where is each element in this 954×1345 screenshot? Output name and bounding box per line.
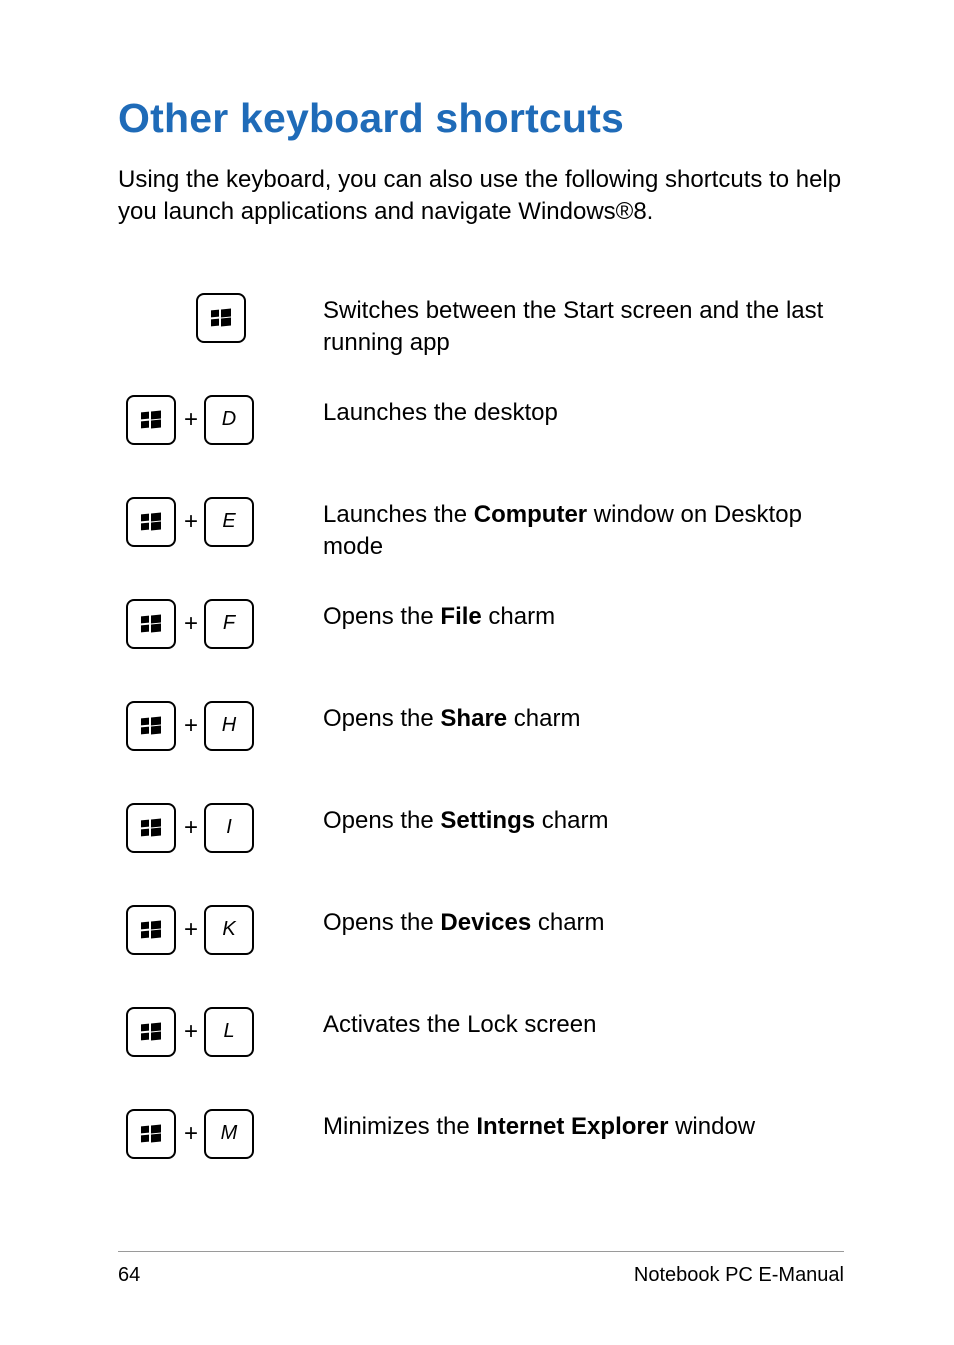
plus-icon: + bbox=[184, 610, 198, 638]
shortcut-row: + D Launches the desktop bbox=[118, 393, 844, 495]
windows-key-icon bbox=[126, 1007, 176, 1057]
shortcuts-list: Switches between the Start screen and th… bbox=[118, 291, 844, 1209]
plus-icon: + bbox=[184, 508, 198, 536]
shortcut-keys: + L bbox=[118, 1005, 323, 1057]
shortcut-keys: + I bbox=[118, 801, 323, 853]
windows-key-icon bbox=[126, 803, 176, 853]
windows-key-icon bbox=[126, 701, 176, 751]
letter-key: H bbox=[204, 701, 254, 751]
shortcut-row: + F Opens the File charm bbox=[118, 597, 844, 699]
letter-key: F bbox=[204, 599, 254, 649]
shortcut-keys: + F bbox=[118, 597, 323, 649]
shortcut-keys: + K bbox=[118, 903, 323, 955]
shortcut-keys bbox=[118, 291, 323, 343]
shortcut-row: + M Minimizes the Internet Explorer wind… bbox=[118, 1107, 844, 1209]
footer-label: Notebook PC E-Manual bbox=[634, 1264, 844, 1287]
shortcut-row: + I Opens the Settings charm bbox=[118, 801, 844, 903]
page-title: Other keyboard shortcuts bbox=[118, 95, 844, 142]
page-number: 64 bbox=[118, 1264, 140, 1287]
shortcut-row: Switches between the Start screen and th… bbox=[118, 291, 844, 393]
shortcut-desc: Opens the Devices charm bbox=[323, 903, 605, 939]
windows-key-icon bbox=[196, 293, 246, 343]
shortcut-keys: + M bbox=[118, 1107, 323, 1159]
letter-key: L bbox=[204, 1007, 254, 1057]
shortcut-row: + L Activates the Lock screen bbox=[118, 1005, 844, 1107]
letter-key: E bbox=[204, 497, 254, 547]
shortcut-desc: Minimizes the Internet Explorer window bbox=[323, 1107, 755, 1143]
plus-icon: + bbox=[184, 1018, 198, 1046]
letter-key: M bbox=[204, 1109, 254, 1159]
letter-key: D bbox=[204, 395, 254, 445]
shortcut-desc: Launches the Computer window on Desktop … bbox=[323, 495, 844, 564]
shortcut-row: + K Opens the Devices charm bbox=[118, 903, 844, 1005]
plus-icon: + bbox=[184, 916, 198, 944]
plus-icon: + bbox=[184, 814, 198, 842]
shortcut-desc: Launches the desktop bbox=[323, 393, 558, 429]
windows-key-icon bbox=[126, 1109, 176, 1159]
shortcut-desc: Opens the File charm bbox=[323, 597, 555, 633]
shortcut-keys: + H bbox=[118, 699, 323, 751]
shortcut-desc: Opens the Settings charm bbox=[323, 801, 608, 837]
shortcut-desc: Switches between the Start screen and th… bbox=[323, 291, 844, 360]
shortcut-keys: + E bbox=[118, 495, 323, 547]
windows-key-icon bbox=[126, 905, 176, 955]
shortcut-desc: Activates the Lock screen bbox=[323, 1005, 596, 1041]
windows-key-icon bbox=[126, 395, 176, 445]
shortcut-keys: + D bbox=[118, 393, 323, 445]
plus-icon: + bbox=[184, 1120, 198, 1148]
plus-icon: + bbox=[184, 712, 198, 740]
shortcut-row: + E Launches the Computer window on Desk… bbox=[118, 495, 844, 597]
shortcut-desc: Opens the Share charm bbox=[323, 699, 580, 735]
shortcut-row: + H Opens the Share charm bbox=[118, 699, 844, 801]
letter-key: K bbox=[204, 905, 254, 955]
letter-key: I bbox=[204, 803, 254, 853]
windows-key-icon bbox=[126, 497, 176, 547]
page-footer: 64 Notebook PC E-Manual bbox=[118, 1251, 844, 1287]
windows-key-icon bbox=[126, 599, 176, 649]
intro-text: Using the keyboard, you can also use the… bbox=[118, 164, 844, 229]
plus-icon: + bbox=[184, 406, 198, 434]
